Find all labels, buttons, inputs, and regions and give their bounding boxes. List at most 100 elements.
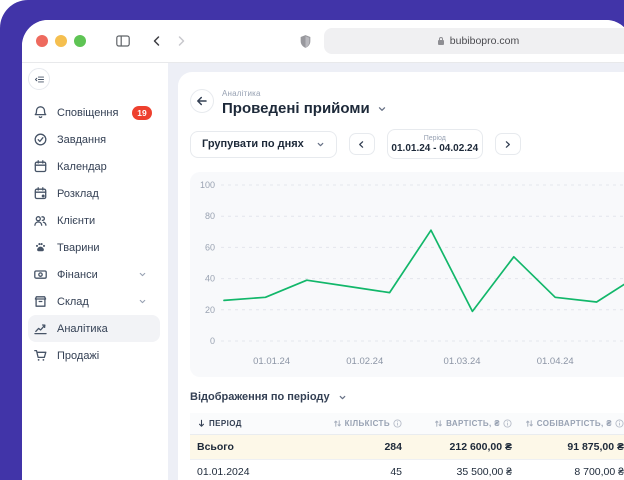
svg-text:01.04.24: 01.04.24 (537, 356, 574, 367)
bell-icon (33, 105, 48, 120)
browser-toolbar: bubibopro.com (22, 20, 624, 63)
url-text: bubibopro.com (450, 35, 519, 47)
table-cell: 91 875,00 ₴ (514, 441, 624, 453)
window-minimize-button[interactable] (55, 35, 67, 47)
sidebar-item-label: Фінанси (57, 269, 138, 281)
column-header[interactable]: ВАРТІСТЬ, ₴ (404, 419, 514, 428)
table-header-row: ПЕРІОД КІЛЬКІСТЬ ВАРТІСТЬ, ₴ СОБІВАРТІСТЬ, … (190, 413, 624, 435)
sidebar-item-label: Завдання (57, 134, 152, 146)
browser-forward-icon[interactable] (175, 35, 187, 47)
column-label: ВАРТІСТЬ, ₴ (446, 419, 500, 428)
sidebar-item-analytics[interactable]: Аналітика (28, 315, 160, 342)
sidebar-item-label: Розклад (57, 188, 152, 200)
column-label: КІЛЬКІСТЬ (345, 419, 390, 428)
chevron-down-icon (338, 393, 347, 402)
column-label: СОБІВАРТІСТЬ, ₴ (537, 419, 612, 428)
sidebar-item-label: Тварини (57, 242, 152, 254)
table-section: Відображення по періоду ПЕРІОД КІЛЬКІСТЬ В… (190, 391, 624, 480)
sidebar-item-label: Календар (57, 161, 152, 173)
check-circle-icon (33, 132, 48, 147)
sidebar-item-sales[interactable]: Продажі (28, 342, 160, 369)
svg-text:01.01.24: 01.01.24 (253, 356, 290, 367)
sidebar-item-clients[interactable]: Клієнти (28, 207, 160, 234)
table-cell: 35 500,00 ₴ (404, 466, 514, 478)
period-selector[interactable]: Період 01.01.24 - 04.02.24 (387, 129, 483, 159)
users-icon (33, 213, 48, 228)
results-table: ПЕРІОД КІЛЬКІСТЬ ВАРТІСТЬ, ₴ СОБІВАРТІСТЬ, … (190, 413, 624, 480)
column-header[interactable]: СОБІВАРТІСТЬ, ₴ (514, 419, 624, 428)
chart-panel: 02040608010001.01.2401.02.2401.03.2401.0… (190, 172, 624, 377)
appointments-line-chart: 02040608010001.01.2401.02.2401.03.2401.0… (190, 172, 624, 377)
page-title-dropdown[interactable]: Проведені прийоми (222, 100, 387, 117)
table-cell: 01.01.2024 (190, 466, 338, 478)
calendar-icon (33, 159, 48, 174)
browser-sidebar-toggle-icon[interactable] (115, 33, 131, 49)
sidebar-item-calendar[interactable]: Календар (28, 153, 160, 180)
sort-toggle-icon (333, 419, 342, 428)
svg-text:20: 20 (205, 305, 215, 315)
svg-text:0: 0 (210, 336, 215, 346)
svg-text:01.02.24: 01.02.24 (346, 356, 383, 367)
table-row: 01.01.20244535 500,00 ₴8 700,00 ₴ (190, 460, 624, 480)
column-label: ПЕРІОД (209, 419, 242, 428)
sort-toggle-icon (525, 419, 534, 428)
column-header[interactable]: ПЕРІОД (190, 419, 338, 428)
period-prev-button[interactable] (349, 133, 375, 155)
table-cell: 45 (338, 466, 404, 478)
chevron-down-icon (377, 104, 387, 114)
sidebar-item-notifications[interactable]: Сповіщення19 (28, 99, 160, 126)
table-cell: 8 700,00 ₴ (514, 466, 624, 478)
chart-icon (33, 321, 48, 336)
display-mode-label: Відображення по періоду (190, 391, 330, 403)
sidebar-collapse-button[interactable] (28, 68, 50, 90)
svg-text:01.03.24: 01.03.24 (444, 356, 481, 367)
chevron-down-icon (138, 297, 147, 306)
chevron-down-icon (138, 270, 147, 279)
window-zoom-button[interactable] (74, 35, 86, 47)
table-row-total: Всього284212 600,00 ₴91 875,00 ₴ (190, 435, 624, 460)
window-close-button[interactable] (36, 35, 48, 47)
sort-toggle-icon (434, 419, 443, 428)
table-cell: 284 (338, 441, 404, 453)
sort-descending-icon (197, 419, 206, 428)
sidebar-item-schedule[interactable]: Розклад (28, 180, 160, 207)
period-label: Період (424, 135, 446, 143)
browser-back-icon[interactable] (151, 35, 163, 47)
sidebar-item-tasks[interactable]: Завдання (28, 126, 160, 153)
sidebar-item-animals[interactable]: Тварини (28, 234, 160, 261)
back-button[interactable] (190, 89, 214, 113)
group-by-dropdown[interactable]: Групувати по днях (190, 131, 337, 158)
period-next-button[interactable] (495, 133, 521, 155)
sidebar-nav: Сповіщення19 Завдання Календар Розклад Клієн… (28, 99, 168, 369)
info-icon[interactable] (393, 419, 402, 428)
paw-icon (33, 240, 48, 255)
calendar-clock-icon (33, 186, 48, 201)
svg-text:40: 40 (205, 274, 215, 284)
table-cell: Всього (190, 441, 338, 453)
group-by-label: Групувати по днях (202, 138, 304, 150)
svg-text:100: 100 (200, 180, 215, 190)
column-header[interactable]: КІЛЬКІСТЬ (338, 419, 404, 428)
money-icon (33, 267, 48, 282)
cart-icon (33, 348, 48, 363)
sidebar-item-label: Аналітика (57, 323, 152, 335)
sidebar-item-finances[interactable]: Фінанси (28, 261, 160, 288)
content-card: Аналітика Проведені прийоми Групувати (178, 72, 624, 480)
page-title: Проведені прийоми (222, 100, 370, 117)
notifications-badge: 19 (132, 106, 152, 120)
sidebar-item-label: Склад (57, 296, 138, 308)
breadcrumb: Аналітика (222, 89, 387, 98)
table-cell: 212 600,00 ₴ (404, 441, 514, 453)
period-value: 01.01.24 - 04.02.24 (391, 143, 478, 154)
privacy-shield-icon[interactable] (299, 34, 312, 49)
chevron-down-icon (316, 140, 325, 149)
app-sidebar: Сповіщення19 Завдання Календар Розклад Клієн… (22, 63, 168, 480)
screenshot-root: bubibopro.com Сповіщення19 Завдання Календ… (0, 0, 624, 480)
address-bar[interactable]: bubibopro.com (324, 28, 624, 54)
chart-controls: Групувати по днях Період 01.01.24 - 04.0… (190, 129, 624, 159)
browser-window: bubibopro.com Сповіщення19 Завдання Календ… (22, 20, 624, 480)
sidebar-item-warehouse[interactable]: Склад (28, 288, 160, 315)
display-mode-dropdown[interactable]: Відображення по періоду (190, 391, 624, 403)
info-icon[interactable] (503, 419, 512, 428)
info-icon[interactable] (615, 419, 624, 428)
